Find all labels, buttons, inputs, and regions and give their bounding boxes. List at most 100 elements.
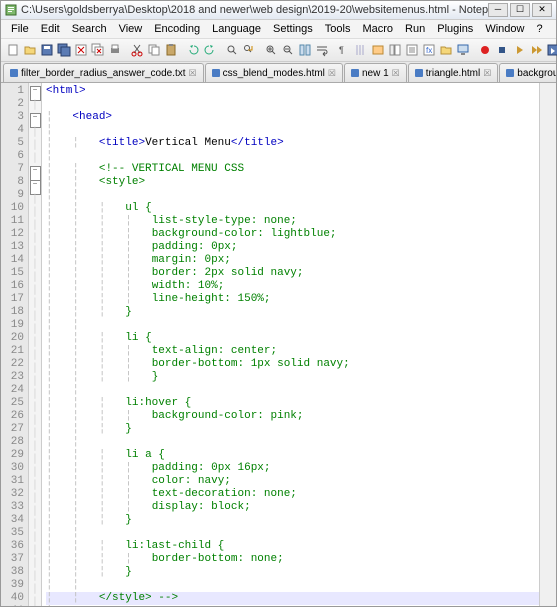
menu-settings[interactable]: Settings (267, 23, 319, 35)
code-line[interactable]: ¦ ¦ (46, 189, 539, 202)
doc-map-icon[interactable] (387, 41, 403, 60)
monitor-icon[interactable] (455, 41, 471, 60)
func-list-icon[interactable]: fx (421, 41, 437, 60)
code-line[interactable]: ¦ ¦ <title>Vertical Menu</title> (46, 137, 539, 150)
menu-window[interactable]: Window (479, 23, 530, 35)
code-line[interactable]: ¦ ¦ ¦ } (46, 306, 539, 319)
redo-icon[interactable] (202, 41, 218, 60)
play-multi-icon[interactable] (528, 41, 544, 60)
code-line[interactable]: ¦ ¦ (46, 319, 539, 332)
code-line[interactable]: ¦ ¦ ¦ li:last-child { (46, 540, 539, 553)
menu-file[interactable]: File (5, 23, 35, 35)
code-line[interactable]: ¦ ¦ ¦ } (46, 423, 539, 436)
save-macro-icon[interactable] (545, 41, 557, 60)
close-tab-icon[interactable]: ☒ (189, 68, 197, 79)
paste-icon[interactable] (163, 41, 179, 60)
code-line[interactable]: ¦ ¦ (46, 384, 539, 397)
code-line[interactable]: ¦ ¦ (46, 436, 539, 449)
close-tab-icon[interactable]: ☒ (328, 68, 336, 79)
code-line[interactable]: ¦ ¦ ¦ ¦ display: block; (46, 501, 539, 514)
menu-macro[interactable]: Macro (356, 23, 399, 35)
menu-edit[interactable]: Edit (35, 23, 66, 35)
record-macro-icon[interactable] (477, 41, 493, 60)
menu-run[interactable]: Run (399, 23, 431, 35)
doc-list-icon[interactable] (404, 41, 420, 60)
open-file-icon[interactable] (22, 41, 38, 60)
copy-icon[interactable] (146, 41, 162, 60)
code-line[interactable]: ¦ ¦ ¦ ¦ } (46, 371, 539, 384)
find-icon[interactable] (224, 41, 240, 60)
code-line[interactable]: ¦ (46, 605, 539, 606)
menu-encoding[interactable]: Encoding (148, 23, 206, 35)
code-line[interactable]: ¦ ¦ ¦ ¦ list-style-type: none; (46, 215, 539, 228)
replace-icon[interactable] (241, 41, 257, 60)
code-line[interactable]: ¦ ¦ <!-- VERTICAL MENU CSS (46, 163, 539, 176)
code-line[interactable]: ¦ ¦ ¦ ¦ color: navy; (46, 475, 539, 488)
udl-icon[interactable] (370, 41, 386, 60)
print-icon[interactable] (107, 41, 123, 60)
minimize-button[interactable]: ─ (488, 3, 508, 17)
sync-scroll-icon[interactable] (297, 41, 313, 60)
code-line[interactable]: ¦ ¦ ¦ } (46, 514, 539, 527)
close-button[interactable]: ✕ (532, 3, 552, 17)
code-line[interactable]: ¦ ¦ ¦ ¦ padding: 0px 16px; (46, 462, 539, 475)
close-file-icon[interactable] (73, 41, 89, 60)
code-line[interactable]: ¦ <head> (46, 111, 539, 124)
fold-toggle[interactable]: − (30, 166, 41, 181)
menu-search[interactable]: Search (66, 23, 113, 35)
code-line[interactable]: ¦ ¦ ¦ ¦ padding: 0px; (46, 241, 539, 254)
show-all-chars-icon[interactable]: ¶ (336, 41, 352, 60)
code-line[interactable]: ¦ ¦ ¦ ¦ text-decoration: none; (46, 488, 539, 501)
code-area[interactable]: <html> ¦ <head>¦ ¦ ¦ <title>Vertical Men… (42, 83, 539, 606)
menu-language[interactable]: Language (206, 23, 267, 35)
cut-icon[interactable] (129, 41, 145, 60)
maximize-button[interactable]: ☐ (510, 3, 530, 17)
code-line[interactable]: ¦ (46, 124, 539, 137)
vertical-scrollbar[interactable] (539, 83, 556, 606)
save-all-icon[interactable] (56, 41, 72, 60)
code-line[interactable]: ¦ ¦ ¦ li a { (46, 449, 539, 462)
stop-macro-icon[interactable] (494, 41, 510, 60)
folder-workspace-icon[interactable] (438, 41, 454, 60)
code-line[interactable]: ¦ ¦ ¦ ¦ background-color: pink; (46, 410, 539, 423)
code-line[interactable]: ¦ ¦ ¦ ¦ background-color: lightblue; (46, 228, 539, 241)
code-line[interactable]: ¦ ¦ (46, 579, 539, 592)
menu-help[interactable]: ? (530, 23, 548, 35)
tab-2[interactable]: new 1☒ (344, 63, 407, 82)
code-line[interactable]: ¦ ¦ ¦ ¦ line-height: 150%; (46, 293, 539, 306)
wordwrap-icon[interactable] (314, 41, 330, 60)
close-tab-icon[interactable]: ☒ (392, 68, 400, 79)
zoom-in-icon[interactable] (263, 41, 279, 60)
tab-1[interactable]: css_blend_modes.html☒ (205, 63, 343, 82)
zoom-out-icon[interactable] (280, 41, 296, 60)
code-line[interactable] (46, 98, 539, 111)
play-macro-icon[interactable] (511, 41, 527, 60)
tab-4[interactable]: background2.html☒ (499, 63, 556, 82)
code-line[interactable]: ¦ ¦ ¦ li:hover { (46, 397, 539, 410)
code-line[interactable]: ¦ ¦ (46, 527, 539, 540)
menu-plugins[interactable]: Plugins (431, 23, 479, 35)
menu-view[interactable]: View (113, 23, 149, 35)
code-line[interactable]: ¦ (46, 150, 539, 163)
menu-tools[interactable]: Tools (319, 23, 357, 35)
code-line[interactable]: ¦ ¦ ¦ ¦ border: 2px solid navy; (46, 267, 539, 280)
tab-3[interactable]: triangle.html☒ (408, 63, 499, 82)
undo-icon[interactable] (185, 41, 201, 60)
new-file-icon[interactable] (5, 41, 21, 60)
code-line[interactable]: ¦ ¦ ¦ ¦ text-align: center; (46, 345, 539, 358)
code-line[interactable]: ¦ ¦ ¦ } (46, 566, 539, 579)
tab-0[interactable]: filter_border_radius_answer_code.txt☒ (3, 63, 204, 82)
close-tab-icon[interactable]: ☒ (483, 68, 491, 79)
code-line[interactable]: ¦ ¦ ¦ ¦ border-bottom: none; (46, 553, 539, 566)
code-line[interactable]: <html> (46, 85, 539, 98)
close-all-icon[interactable] (90, 41, 106, 60)
indent-guide-icon[interactable] (353, 41, 369, 60)
code-line[interactable]: ¦ ¦ ¦ li { (46, 332, 539, 345)
code-line[interactable]: ¦ ¦ ¦ ¦ width: 10%; (46, 280, 539, 293)
save-icon[interactable] (39, 41, 55, 60)
code-line[interactable]: ¦ ¦ ¦ ¦ margin: 0px; (46, 254, 539, 267)
code-line[interactable]: ¦ ¦ ¦ ul { (46, 202, 539, 215)
code-line[interactable]: ¦ ¦ <style> (46, 176, 539, 189)
code-line[interactable]: ¦ ¦ </style> --> (46, 592, 539, 605)
code-line[interactable]: ¦ ¦ ¦ ¦ border-bottom: 1px solid navy; (46, 358, 539, 371)
